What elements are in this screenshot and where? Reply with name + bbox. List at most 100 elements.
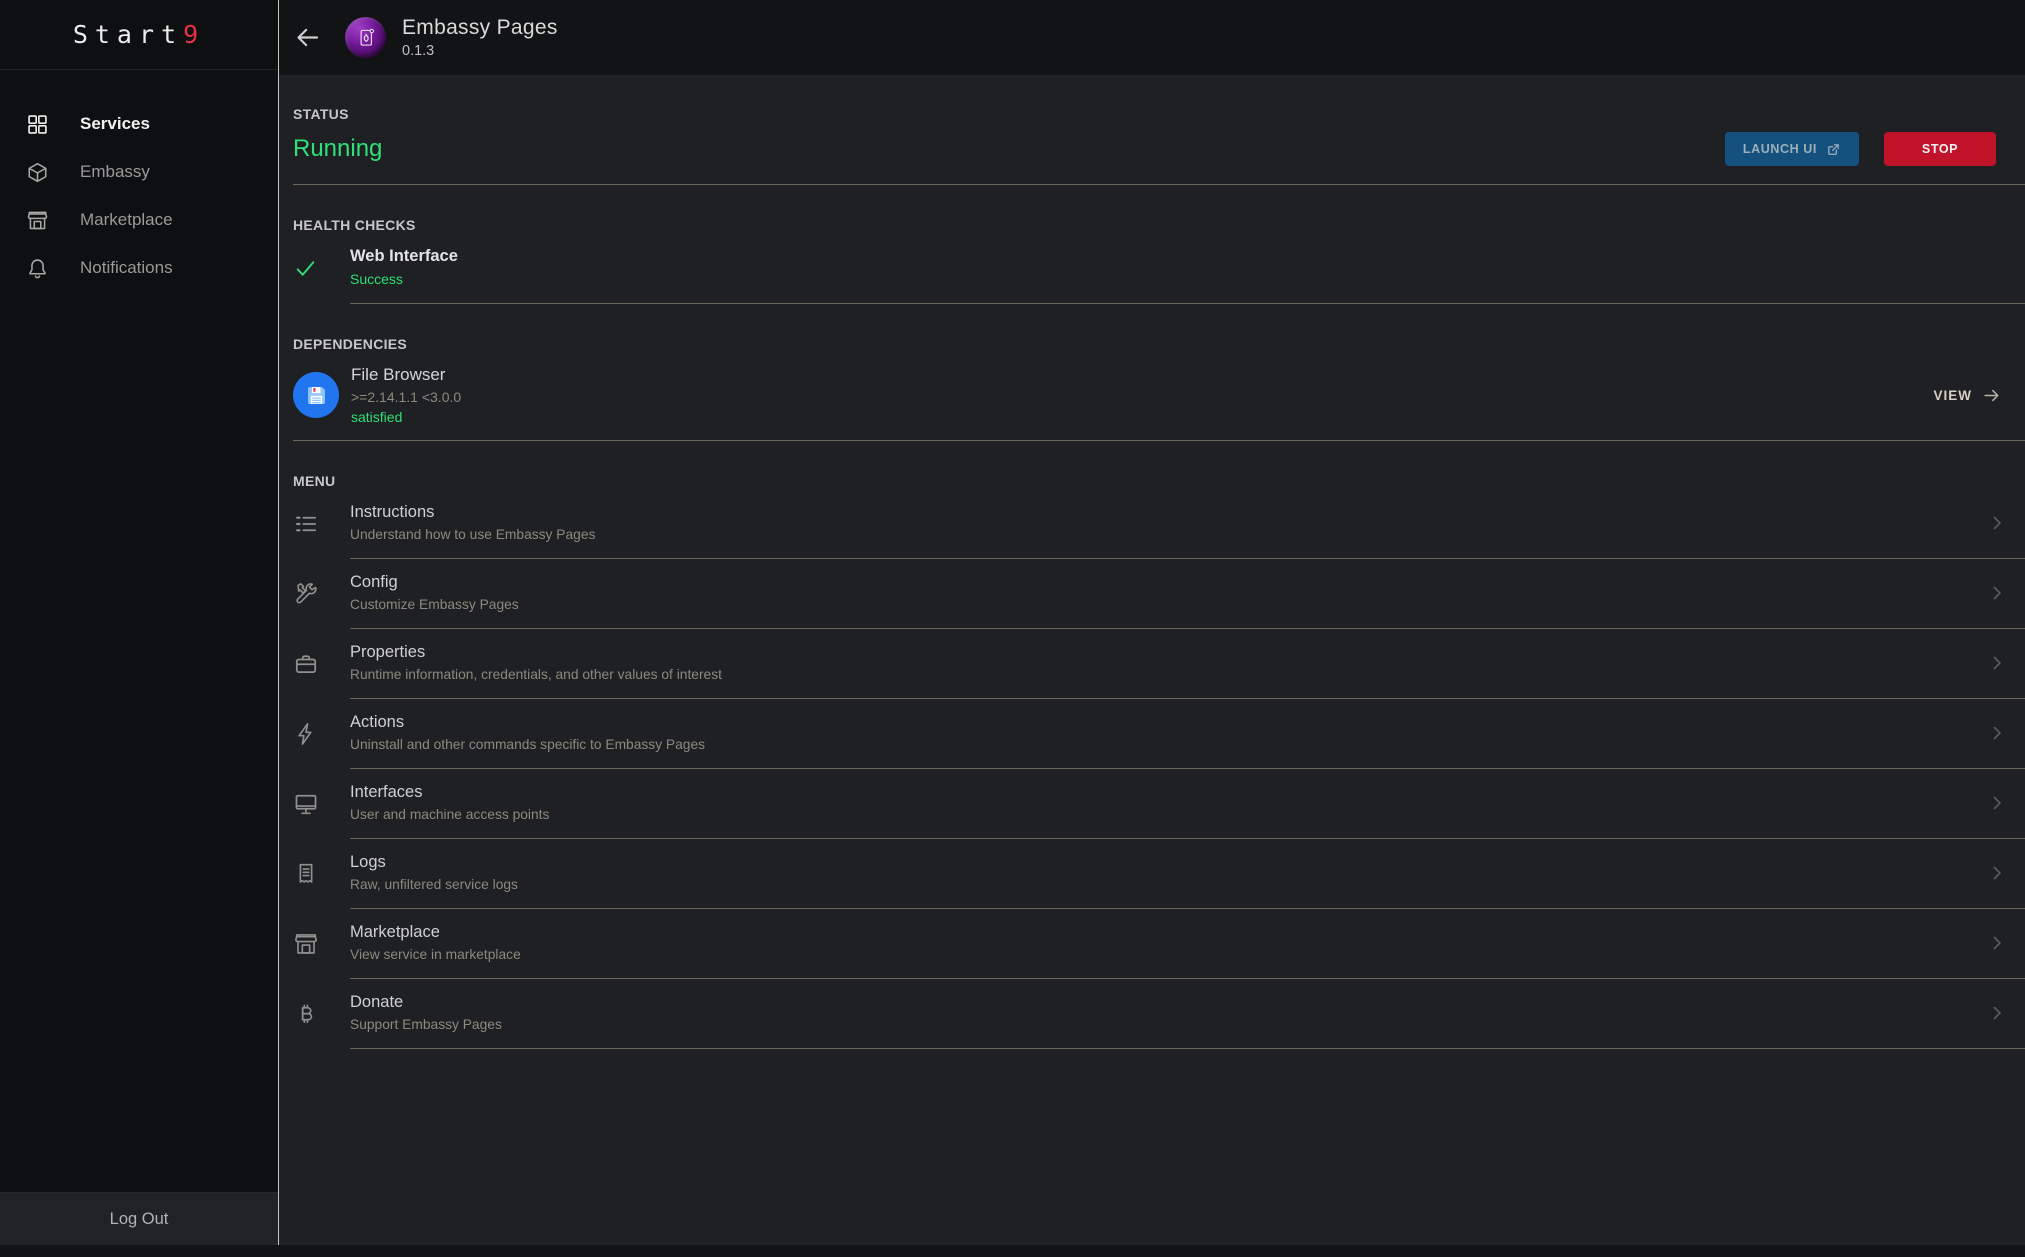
window-bottom-strip — [0, 1245, 2025, 1257]
menu-item-donate[interactable]: Donate Support Embassy Pages — [293, 979, 2025, 1049]
menu-item-title: Interfaces — [350, 783, 549, 802]
dependencies-heading: DEPENDENCIES — [293, 336, 2025, 352]
sidebar-footer: Log Out — [0, 1192, 278, 1245]
menu-item-instructions[interactable]: Instructions Understand how to use Embas… — [293, 489, 2025, 559]
menu-item-title: Actions — [350, 713, 705, 732]
view-dependency-button[interactable]: VIEW — [1933, 386, 2001, 405]
bitcoin-icon — [293, 1002, 350, 1027]
menu-item-text: Logs Raw, unfiltered service logs — [350, 853, 518, 892]
sidebar-item-notifications[interactable]: Notifications — [0, 244, 278, 292]
back-button[interactable] — [279, 15, 335, 61]
chevron-right-icon — [1987, 863, 2025, 883]
embassy-pages-app-icon — [345, 17, 386, 58]
chevron-right-icon — [1987, 1003, 2025, 1023]
menu-item-text: Interfaces User and machine access point… — [350, 783, 549, 822]
page-header: Embassy Pages 0.1.3 — [279, 0, 2025, 75]
chevron-right-icon — [1987, 793, 2025, 813]
view-label: VIEW — [1933, 388, 1972, 403]
menu-item-body: Config Customize Embassy Pages — [350, 559, 2025, 629]
service-detail-page: STATUS Running LAUNCH UI STOP — [279, 75, 2025, 1245]
health-check-status-icon-col — [293, 256, 350, 281]
menu-item-text: Properties Runtime information, credenti… — [350, 643, 722, 682]
sidebar-item-label: Embassy — [80, 162, 150, 182]
start9-logo: Start9 — [0, 0, 278, 70]
logo-accent: 9 — [183, 20, 205, 49]
menu-item-title: Marketplace — [350, 923, 521, 942]
health-check-result: Success — [350, 271, 2025, 287]
menu-item-title: Donate — [350, 993, 502, 1012]
launch-ui-label: LAUNCH UI — [1743, 142, 1817, 156]
menu-item-properties[interactable]: Properties Runtime information, credenti… — [293, 629, 2025, 699]
floppy-disk-icon — [303, 382, 330, 409]
main-area: Embassy Pages 0.1.3 STATUS Running LAUNC… — [279, 0, 2025, 1245]
chevron-right-icon — [1987, 513, 2025, 533]
status-row: Running LAUNCH UI STOP — [293, 122, 2025, 185]
title-block: Embassy Pages 0.1.3 — [402, 16, 558, 59]
menu-item-subtitle: View service in marketplace — [350, 947, 521, 962]
logout-button[interactable]: Log Out — [0, 1193, 278, 1245]
menu-item-body: Interfaces User and machine access point… — [350, 769, 2025, 839]
menu-item-title: Properties — [350, 643, 722, 662]
launch-ui-button[interactable]: LAUNCH UI — [1725, 132, 1859, 166]
app-version: 0.1.3 — [402, 43, 558, 59]
chevron-right-icon — [1987, 723, 2025, 743]
menu-item-body: Instructions Understand how to use Embas… — [350, 489, 2025, 559]
menu-item-title: Logs — [350, 853, 518, 872]
stop-button[interactable]: STOP — [1884, 132, 1996, 166]
cube-icon — [26, 161, 49, 184]
health-check-name: Web Interface — [350, 247, 2025, 266]
sidebar-item-embassy[interactable]: Embassy — [0, 148, 278, 196]
dependency-version-range: >=2.14.1.1 <3.0.0 — [351, 389, 461, 405]
status-value: Running — [293, 135, 382, 163]
menu-item-marketplace[interactable]: Marketplace View service in marketplace — [293, 909, 2025, 979]
external-link-icon — [1826, 142, 1841, 157]
briefcase-icon — [293, 651, 350, 677]
logo-text: Start — [73, 20, 183, 49]
status-actions: LAUNCH UI STOP — [1725, 132, 1996, 166]
menu-item-subtitle: Raw, unfiltered service logs — [350, 877, 518, 892]
menu-item-body: Properties Runtime information, credenti… — [350, 629, 2025, 699]
health-check-body: Web Interface Success — [350, 233, 2025, 304]
menu-item-subtitle: User and machine access points — [350, 807, 549, 822]
list-icon — [293, 511, 350, 537]
menu-item-body: Marketplace View service in marketplace — [350, 909, 2025, 979]
menu-item-title: Instructions — [350, 503, 595, 522]
menu-item-subtitle: Runtime information, credentials, and ot… — [350, 667, 722, 682]
menu-item-body: Actions Uninstall and other commands spe… — [350, 699, 2025, 769]
sidebar-item-services[interactable]: Services — [0, 100, 278, 148]
menu-heading: MENU — [293, 473, 2025, 489]
arrow-forward-icon — [1982, 386, 2001, 405]
storefront-icon — [293, 931, 350, 957]
menu-item-logs[interactable]: Logs Raw, unfiltered service logs — [293, 839, 2025, 909]
tools-icon — [293, 581, 350, 607]
chevron-right-icon — [1987, 653, 2025, 673]
menu-item-interfaces[interactable]: Interfaces User and machine access point… — [293, 769, 2025, 839]
sidebar: Start9 Services — [0, 0, 279, 1245]
dependency-body: File Browser >=2.14.1.1 <3.0.0 satisfied… — [293, 352, 2025, 441]
bolt-icon — [293, 721, 350, 747]
menu-item-text: Actions Uninstall and other commands spe… — [350, 713, 705, 752]
monitor-icon — [293, 791, 350, 817]
sidebar-item-label: Marketplace — [80, 210, 173, 230]
menu-item-text: Marketplace View service in marketplace — [350, 923, 521, 962]
health-check-row: Web Interface Success — [293, 233, 2025, 304]
app-window: Start9 Services — [0, 0, 2025, 1245]
menu-item-actions[interactable]: Actions Uninstall and other commands spe… — [293, 699, 2025, 769]
menu-item-subtitle: Uninstall and other commands specific to… — [350, 737, 705, 752]
sidebar-item-label: Services — [80, 114, 150, 134]
menu-item-subtitle: Understand how to use Embassy Pages — [350, 527, 595, 542]
menu-item-title: Config — [350, 573, 519, 592]
sidebar-item-marketplace[interactable]: Marketplace — [0, 196, 278, 244]
menu-item-text: Config Customize Embassy Pages — [350, 573, 519, 612]
menu-item-text: Donate Support Embassy Pages — [350, 993, 502, 1032]
menu-item-config[interactable]: Config Customize Embassy Pages — [293, 559, 2025, 629]
stop-label: STOP — [1922, 142, 1958, 156]
menu-item-body: Donate Support Embassy Pages — [350, 979, 2025, 1049]
chevron-right-icon — [1987, 583, 2025, 603]
menu-item-body: Logs Raw, unfiltered service logs — [350, 839, 2025, 909]
sidebar-item-label: Notifications — [80, 258, 173, 278]
dependency-name: File Browser — [351, 365, 461, 385]
receipt-icon — [293, 861, 350, 887]
file-browser-icon — [293, 372, 339, 418]
chevron-right-icon — [1987, 933, 2025, 953]
